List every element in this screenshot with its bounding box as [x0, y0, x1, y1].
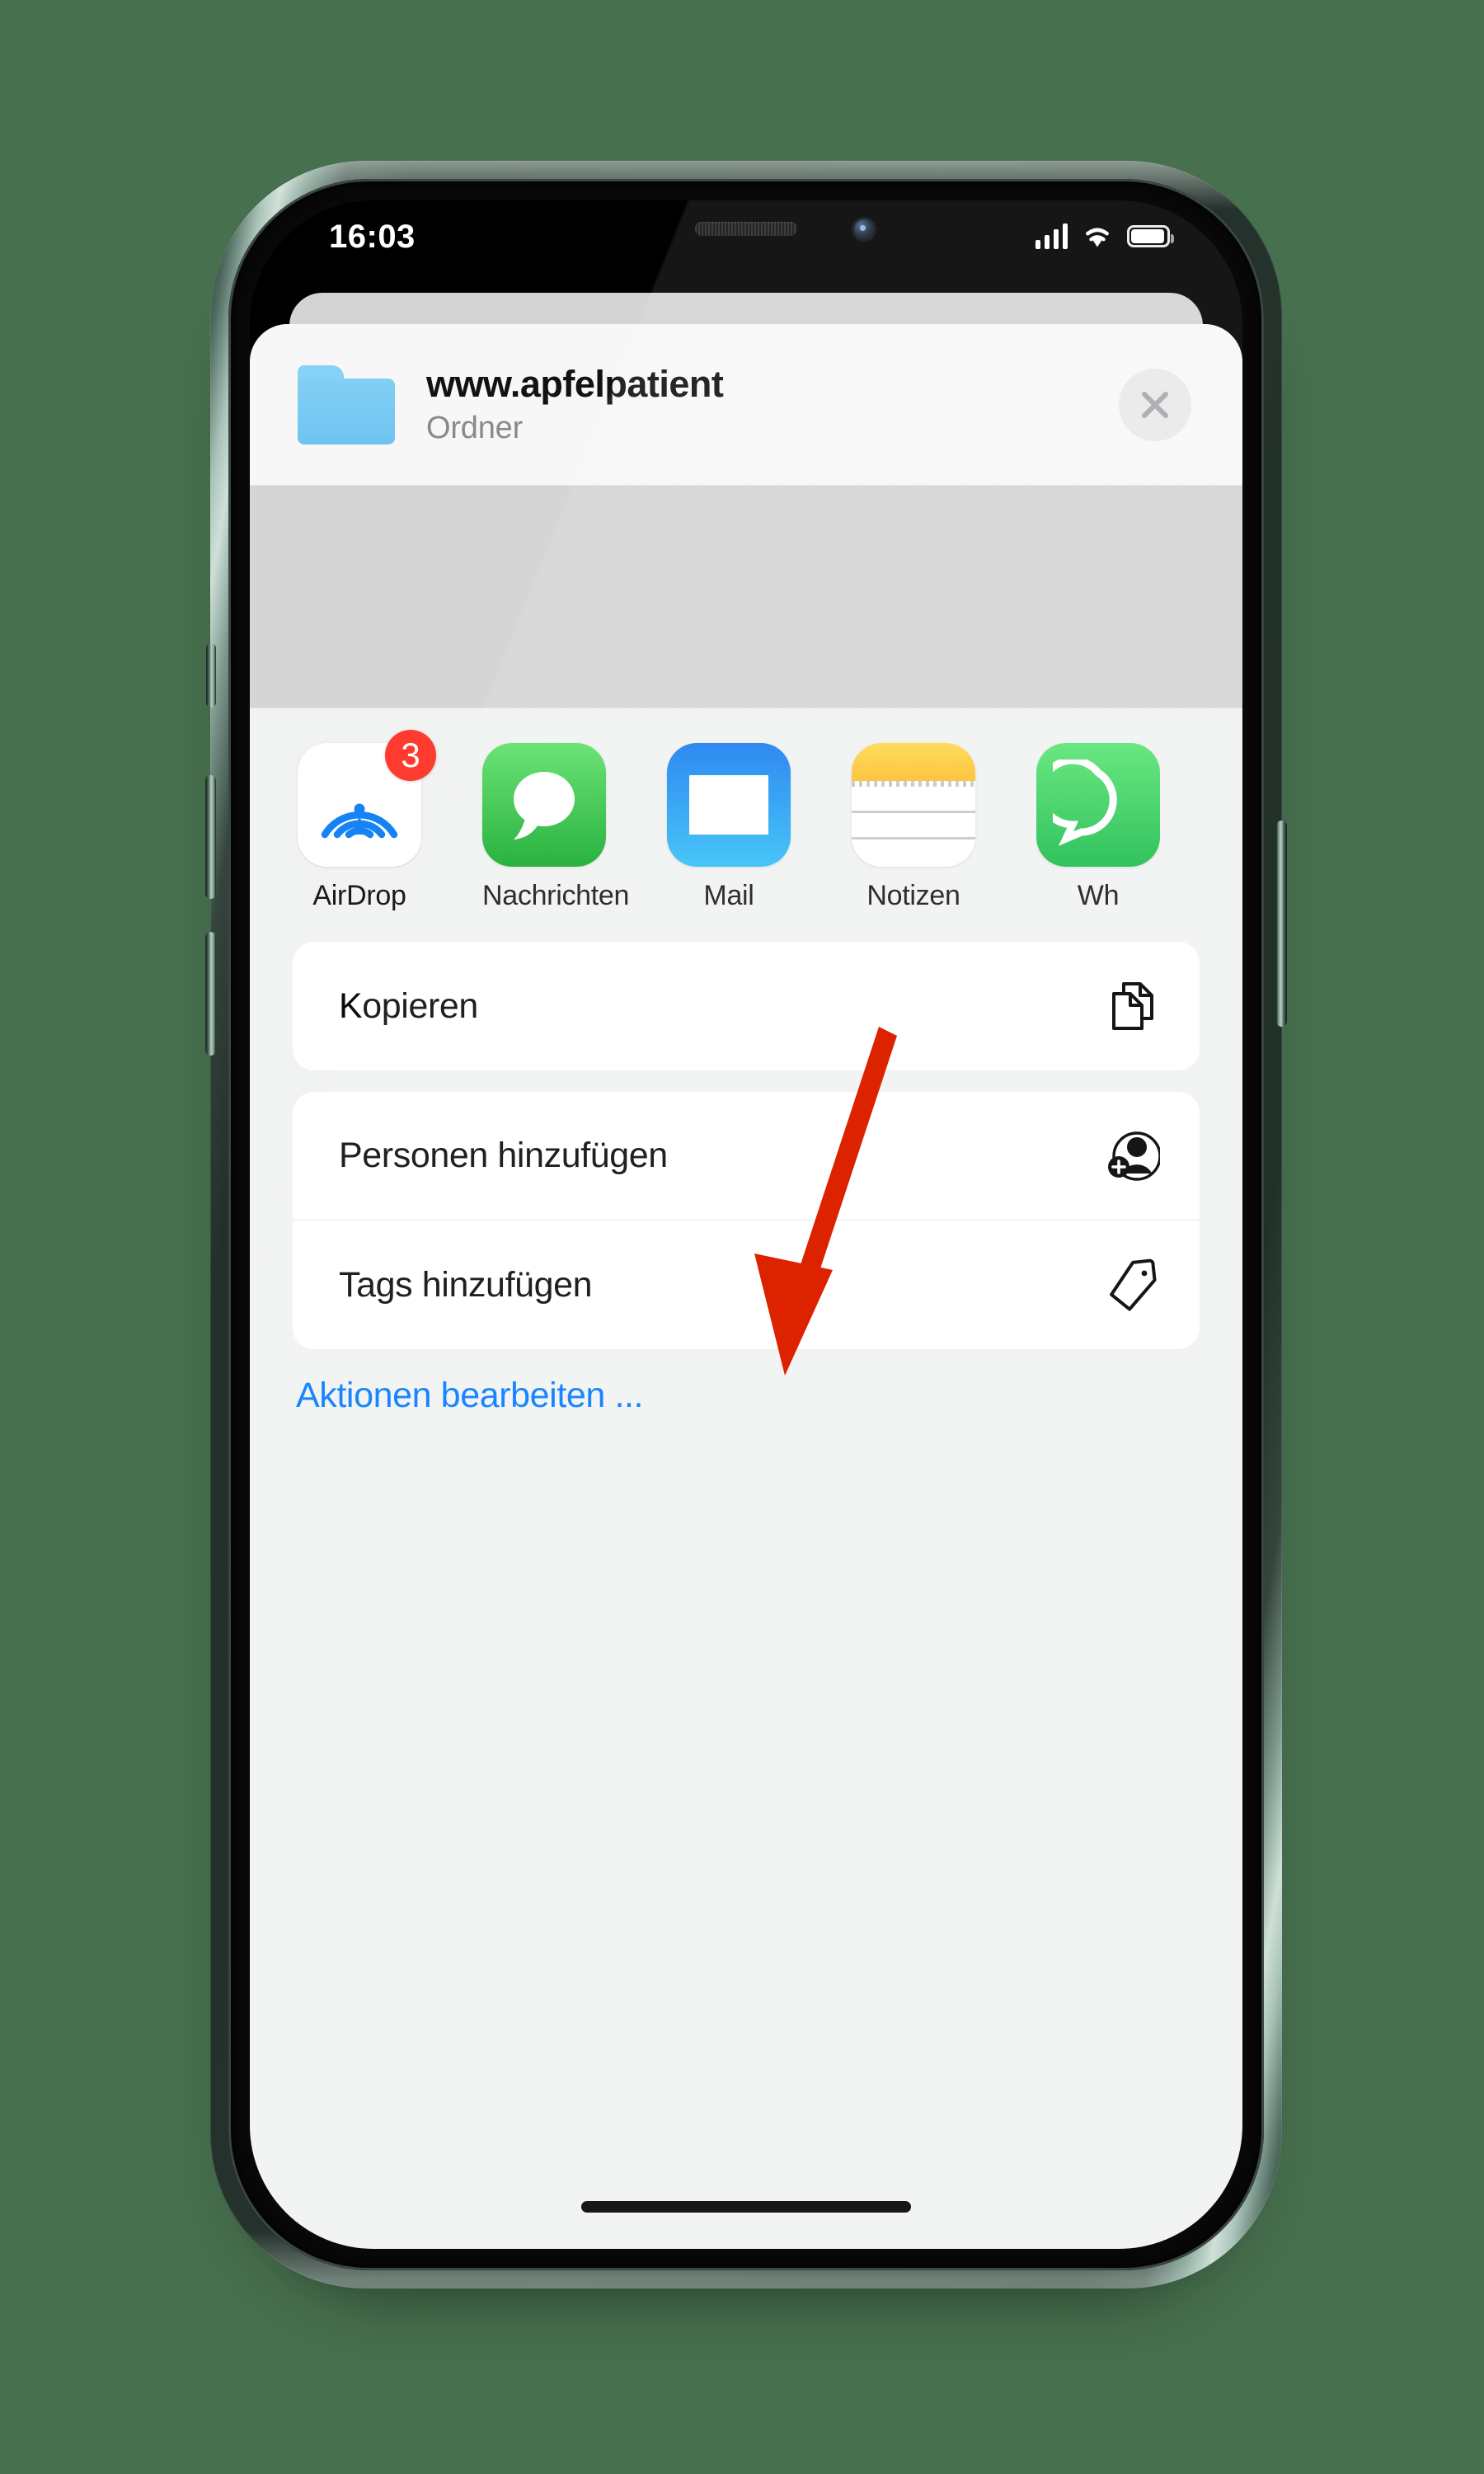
folder-icon [298, 365, 395, 444]
share-sheet-header: www.apfelpatient Ordner [250, 324, 1242, 486]
earpiece-speaker-icon [695, 222, 797, 236]
battery-icon [1127, 224, 1174, 247]
tag-icon [1110, 1258, 1157, 1311]
front-camera-icon [854, 219, 874, 239]
action-row-tags-hinzufuegen[interactable]: Tags hinzufügen [293, 1221, 1200, 1349]
display-notch [566, 200, 927, 265]
share-target-whatsapp[interactable]: Wh [1036, 743, 1160, 912]
share-item-info: www.apfelpatient Ordner [426, 363, 724, 446]
cellular-signal-icon [1036, 223, 1068, 249]
share-target-label: Mail [703, 880, 754, 911]
status-indicators [1036, 223, 1174, 249]
messages-icon [482, 743, 606, 867]
share-sheet: www.apfelpatient Ordner 3 AirDrop Nachri… [250, 324, 1242, 2249]
share-target-label: Wh [1077, 880, 1120, 911]
volume-down-button[interactable] [205, 932, 216, 1056]
document-preview-area [250, 486, 1242, 708]
notes-icon [852, 743, 975, 867]
battery-fill [1131, 228, 1164, 243]
action-group-copy: Kopieren [293, 942, 1200, 1070]
close-button[interactable] [1119, 368, 1191, 441]
person-add-icon [1108, 1131, 1160, 1181]
action-label: Kopieren [339, 985, 478, 1026]
action-group-metadata: Personen hinzufügen Tags hinzufügen [293, 1092, 1200, 1349]
whatsapp-icon [1036, 743, 1160, 867]
airdrop-badge: 3 [385, 730, 436, 781]
status-clock: 16:03 [329, 219, 416, 255]
share-target-label: Nachrichten [482, 880, 630, 911]
mail-icon [667, 743, 791, 867]
share-target-label: AirDrop [312, 880, 406, 911]
volume-up-button[interactable] [205, 775, 216, 899]
share-target-notes[interactable]: Notizen [852, 743, 975, 912]
share-item-title: www.apfelpatient [426, 363, 724, 405]
share-app-row: 3 AirDrop Nachrichten Mail Notizen Wh [250, 708, 1242, 942]
edit-actions-link[interactable]: Aktionen bearbeiten ... [296, 1376, 1242, 1416]
copy-icon [1112, 982, 1153, 1030]
mute-switch[interactable] [206, 643, 216, 708]
close-icon [1142, 391, 1168, 418]
action-row-kopieren[interactable]: Kopieren [293, 942, 1200, 1070]
wifi-icon [1086, 228, 1109, 247]
share-target-mail[interactable]: Mail [667, 743, 791, 912]
action-label: Personen hinzufügen [339, 1136, 668, 1175]
share-item-subtitle: Ordner [426, 411, 524, 445]
phone-screen: 16:03 www.apfelpatient Ordner 3 AirDrop … [250, 200, 1242, 2249]
home-indicator[interactable] [581, 2201, 911, 2213]
action-row-personen-hinzufuegen[interactable]: Personen hinzufügen [293, 1092, 1200, 1221]
iphone-device: 16:03 www.apfelpatient Ordner 3 AirDrop … [205, 161, 1287, 2297]
share-target-messages[interactable]: Nachrichten [482, 743, 630, 912]
share-target-airdrop[interactable]: 3 AirDrop [298, 730, 436, 912]
action-label: Tags hinzufügen [339, 1264, 593, 1305]
side-power-button[interactable] [1276, 821, 1287, 1027]
share-target-label: Notizen [866, 880, 960, 911]
